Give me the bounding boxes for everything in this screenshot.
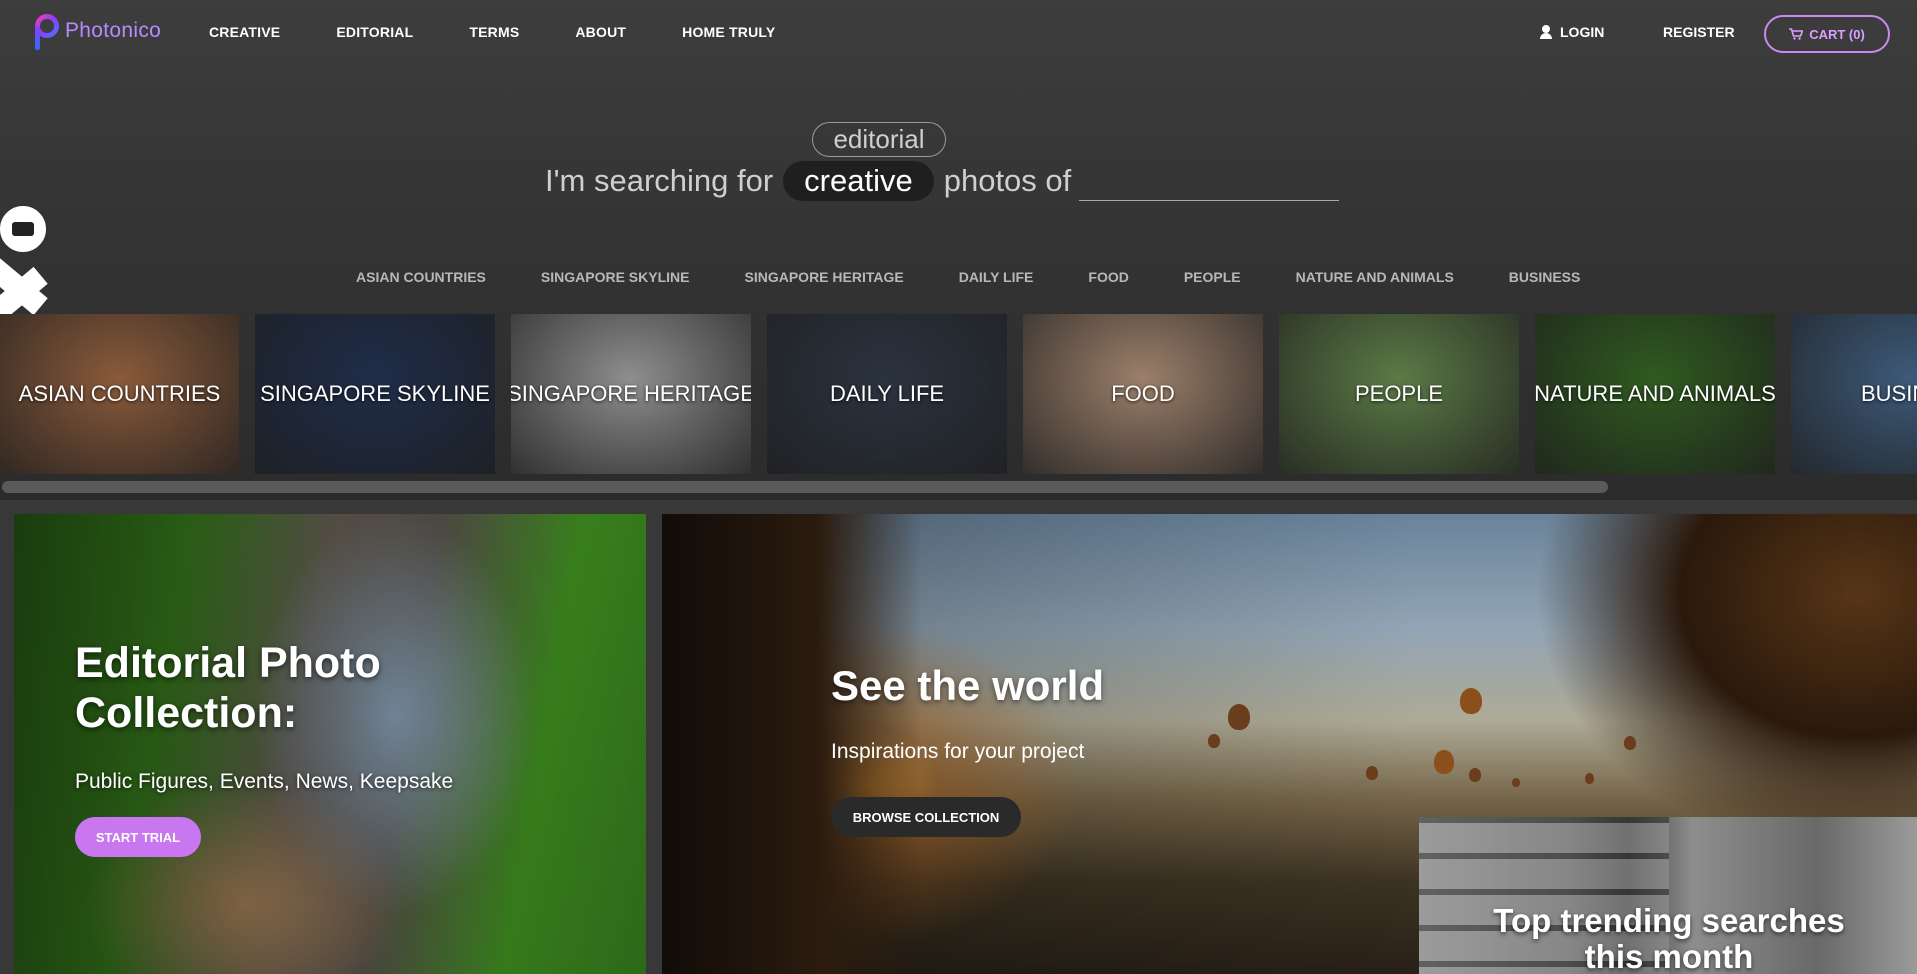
balloon-shape — [1585, 773, 1594, 784]
start-trial-button[interactable]: START TRIAL — [75, 817, 201, 857]
category-link-business[interactable]: BUSINESS — [1509, 269, 1581, 285]
main-nav: CREATIVE EDITORIAL TERMS ABOUT HOME TRUL… — [209, 24, 831, 40]
see-the-world-title: See the world — [831, 662, 1105, 709]
category-tile-label: SINGAPORE SKYLINE — [260, 381, 490, 406]
category-link-singapore-skyline[interactable]: SINGAPORE SKYLINE — [541, 269, 690, 285]
category-link-people[interactable]: PEOPLE — [1184, 269, 1241, 285]
category-tile[interactable]: SINGAPORE HERITAGE — [511, 314, 751, 474]
category-tile[interactable]: PEOPLE — [1279, 314, 1519, 474]
category-tile-label: BUSINESS — [1861, 381, 1917, 406]
search-type-creative[interactable]: creative — [783, 160, 934, 201]
logo-icon — [33, 12, 63, 50]
category-tile-label: PEOPLE — [1354, 381, 1444, 406]
category-link-nature-and-animals[interactable]: NATURE AND ANIMALS — [1296, 269, 1454, 285]
banner-overlay — [14, 514, 646, 974]
category-tile-label: NATURE AND ANIMALS — [1535, 381, 1775, 406]
balloon-shape — [1624, 736, 1636, 750]
nav-editorial[interactable]: EDITORIAL — [336, 24, 413, 40]
login-link[interactable]: LOGIN — [1540, 24, 1604, 40]
user-icon — [1540, 25, 1552, 39]
category-link-daily-life[interactable]: DAILY LIFE — [959, 269, 1034, 285]
balloon-shape — [1460, 688, 1482, 714]
category-tile[interactable]: NATURE AND ANIMALS — [1535, 314, 1775, 474]
nav-creative[interactable]: CREATIVE — [209, 24, 280, 40]
nav-home-truly[interactable]: HOME TRULY — [682, 24, 775, 40]
award-badge[interactable] — [0, 204, 48, 254]
balloon-shape — [1512, 778, 1520, 787]
search-type-editorial[interactable]: editorial — [812, 122, 946, 157]
browse-collection-button[interactable]: BROWSE COLLECTION — [831, 797, 1021, 837]
register-link[interactable]: REGISTER — [1663, 24, 1735, 40]
category-links: ASIAN COUNTRIES SINGAPORE SKYLINE SINGAP… — [356, 269, 1635, 285]
category-tile-label: SINGAPORE HERITAGE — [511, 381, 751, 406]
editorial-banner-subtitle: Public Figures, Events, News, Keepsake — [75, 770, 454, 793]
category-tile-label: DAILY LIFE — [829, 381, 945, 406]
category-tile-label: FOOD — [1111, 381, 1175, 406]
category-tile[interactable]: FOOD — [1023, 314, 1263, 474]
category-tile[interactable]: SINGAPORE SKYLINE — [255, 314, 495, 474]
logo-text: Photonico — [65, 19, 162, 42]
search-prefix: I'm searching for — [545, 162, 774, 198]
balloon-shape — [1366, 766, 1378, 780]
cart-button[interactable]: CART (0) — [1764, 15, 1890, 53]
trending-title: Top trending searches this month — [1493, 902, 1845, 974]
cart-label: CART (0) — [1809, 26, 1865, 42]
search-suffix: photos of — [943, 162, 1072, 198]
editorial-banner[interactable]: Editorial Photo Collection: Public Figur… — [14, 514, 646, 974]
see-the-world-subtitle: Inspirations for your project — [831, 740, 1085, 763]
balloon-shape — [1469, 768, 1481, 782]
login-label: LOGIN — [1560, 24, 1605, 40]
category-link-asian-countries[interactable]: ASIAN COUNTRIES — [356, 269, 486, 285]
category-carousel[interactable]: ASIAN COUNTRIES SINGAPORE SKYLINE SINGAP… — [0, 314, 1917, 474]
nav-terms[interactable]: TERMS — [469, 24, 519, 40]
category-tile[interactable]: ASIAN COUNTRIES — [0, 314, 239, 474]
trending-card[interactable]: Top trending searches this month — [1419, 817, 1917, 974]
category-tile[interactable]: BUSINESS — [1791, 314, 1917, 474]
editorial-banner-title: Editorial Photo Collection: — [75, 639, 381, 737]
category-tile-label: ASIAN COUNTRIES — [18, 381, 221, 406]
balloon-shape — [1208, 734, 1220, 748]
cart-icon — [1789, 28, 1804, 40]
category-link-singapore-heritage[interactable]: SINGAPORE HERITAGE — [745, 269, 904, 285]
balloon-shape — [1434, 750, 1454, 774]
logo[interactable]: Photonico — [33, 11, 161, 51]
category-tile[interactable]: DAILY LIFE — [767, 314, 1007, 474]
search-input[interactable] — [1079, 160, 1340, 201]
search-sentence: I'm searching for creative photos of — [545, 160, 1340, 201]
award-seal-icon — [12, 222, 34, 236]
carousel-scrollbar[interactable] — [2, 481, 1608, 493]
category-link-food[interactable]: FOOD — [1088, 269, 1128, 285]
balloon-shape — [1228, 704, 1250, 730]
nav-about[interactable]: ABOUT — [575, 24, 626, 40]
